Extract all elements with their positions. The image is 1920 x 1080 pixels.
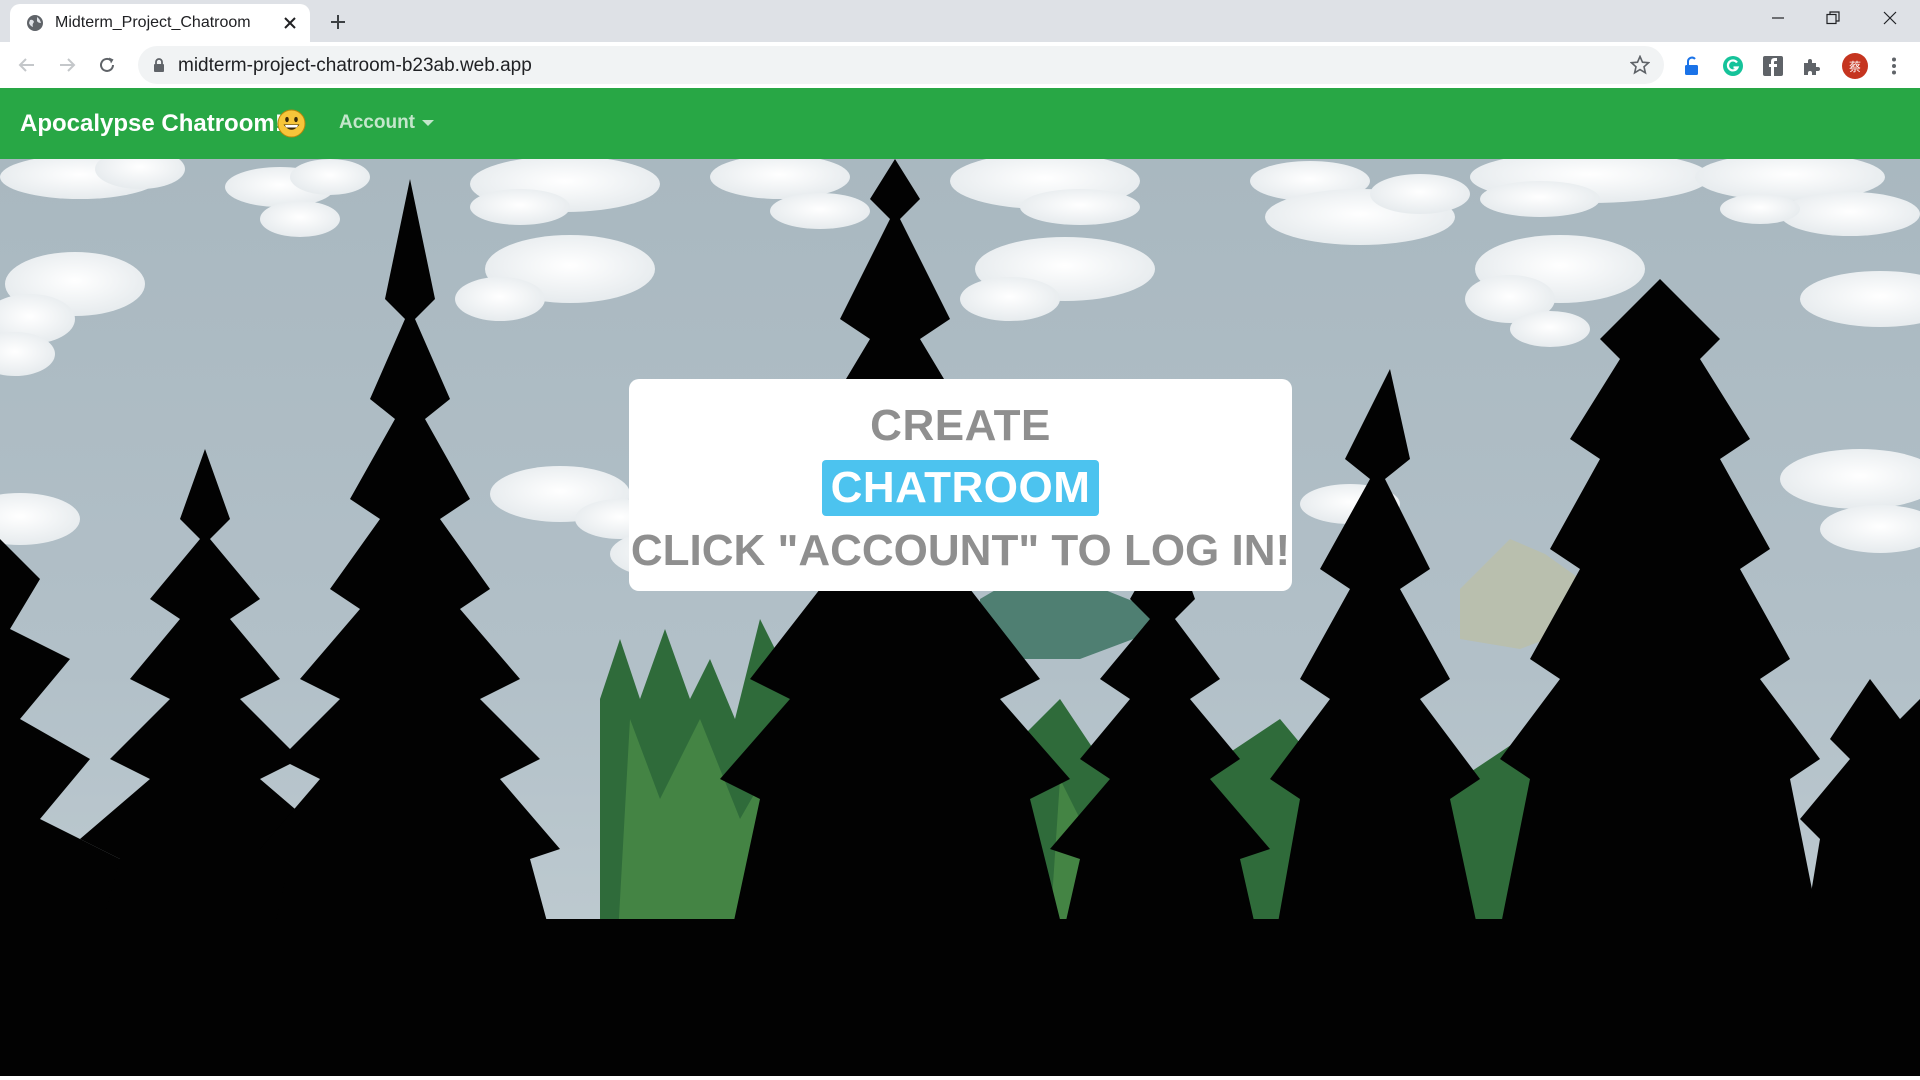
dark-trees — [0, 159, 1920, 1080]
back-arrow-icon[interactable] — [13, 51, 41, 79]
account-dropdown[interactable]: Account — [339, 112, 434, 134]
window-bottom-edge — [0, 1076, 1920, 1080]
tab-title: Midterm_Project_Chatroom — [55, 14, 251, 31]
browser-tab[interactable]: Midterm_Project_Chatroom — [10, 4, 310, 42]
profile-avatar[interactable]: 蔡 — [1842, 53, 1868, 79]
site-brand[interactable]: Apocalypse Chatroom! — [20, 110, 283, 138]
grinning-face-icon — [277, 109, 306, 138]
facebook-icon[interactable] — [1762, 55, 1784, 77]
browser-toolbar: midterm-project-chatroom-b23ab.web.app 蔡 — [0, 42, 1920, 88]
window-close-icon[interactable] — [1862, 0, 1918, 36]
globe-icon — [26, 14, 44, 32]
forest-illustration — [0, 159, 1920, 1080]
puzzle-extensions-icon[interactable] — [1801, 55, 1823, 77]
tab-close-icon[interactable] — [280, 13, 300, 33]
browser-tabstrip: Midterm_Project_Chatroom — [0, 0, 1920, 42]
restore-icon[interactable] — [1805, 0, 1861, 36]
forest-background — [0, 159, 1920, 1080]
grammarly-icon[interactable] — [1722, 55, 1744, 77]
forward-arrow-icon[interactable] — [53, 51, 81, 79]
site-navbar: Apocalypse Chatroom! Account — [0, 88, 1920, 159]
welcome-card: CREATE CHATROOM CLICK "ACCOUNT" TO LOG I… — [629, 379, 1292, 591]
lock-icon[interactable] — [152, 57, 166, 73]
create-chatroom-button[interactable]: CHATROOM — [822, 460, 1099, 516]
address-bar[interactable]: midterm-project-chatroom-b23ab.web.app — [138, 46, 1664, 84]
account-label: Account — [339, 112, 415, 133]
reload-icon[interactable] — [93, 51, 121, 79]
shield-extension-icon[interactable] — [1681, 55, 1703, 77]
caret-down-icon — [422, 120, 434, 126]
create-heading: CREATE — [870, 401, 1051, 450]
more-menu-icon[interactable] — [1883, 55, 1905, 77]
star-icon[interactable] — [1629, 54, 1651, 75]
new-tab-plus-icon[interactable] — [324, 8, 352, 36]
url-text[interactable]: midterm-project-chatroom-b23ab.web.app — [178, 55, 532, 77]
login-instruction: CLICK "ACCOUNT" TO LOG IN! — [630, 526, 1291, 575]
minimize-icon[interactable] — [1750, 0, 1806, 36]
profile-initial: 蔡 — [1848, 60, 1861, 74]
